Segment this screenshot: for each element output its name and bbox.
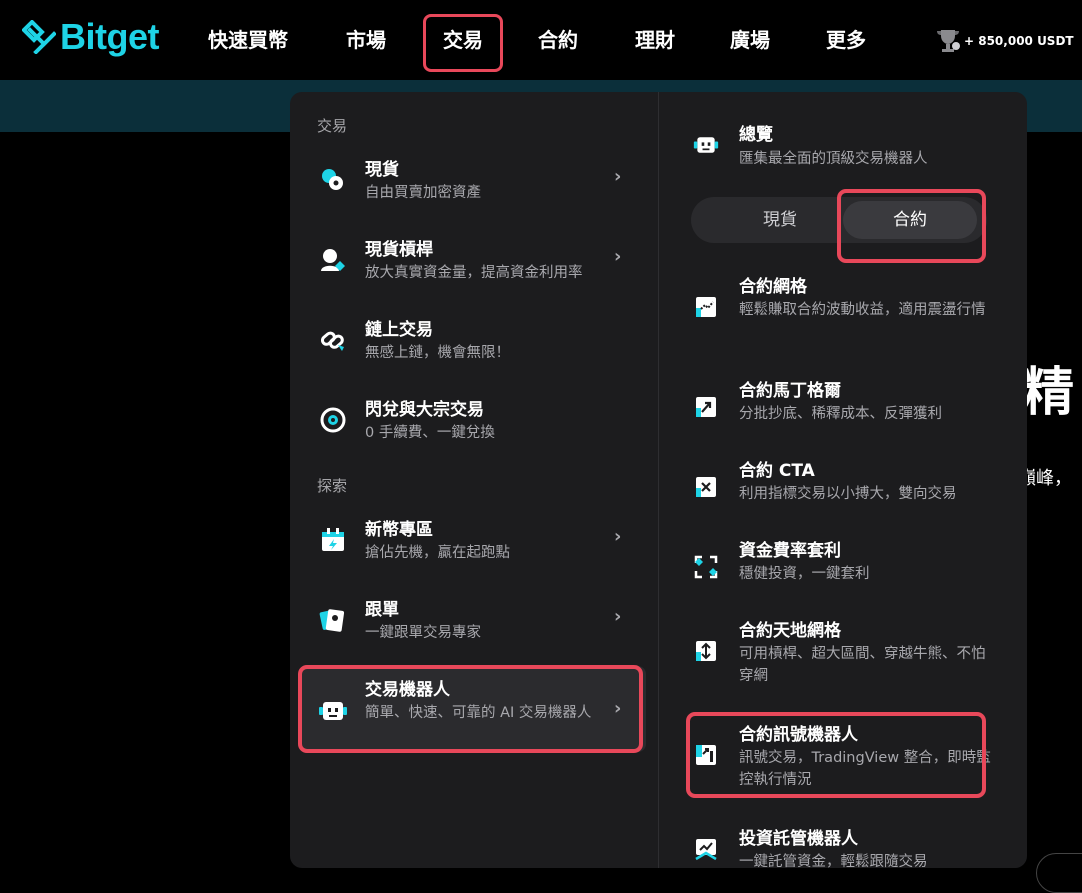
bot-desc: 一鍵託管資金，輕鬆跟隨交易	[739, 854, 928, 868]
calendar-icon	[322, 528, 344, 551]
bot-title: 合約網格	[739, 277, 807, 297]
menu-item-title: 跟單	[365, 600, 399, 620]
dropdown-left-column: 交易 現貨 自由買賣加密資產 › 現貨槓桿 放大真實資金量，提高資金利用率 ›	[290, 92, 658, 868]
menu-item-onchain[interactable]: 鏈上交易 無感上鏈，機會無限！	[300, 308, 646, 372]
infinity-grid-icon	[696, 641, 716, 661]
menu-item-title: 鏈上交易	[365, 320, 433, 340]
bot-title: 投資託管機器人	[739, 829, 858, 849]
nav-square[interactable]: 廣場	[730, 24, 770, 53]
menu-item-new-listings[interactable]: 新幣專區 搶佔先機，贏在起跑點 ›	[300, 508, 646, 572]
menu-item-title: 現貨槓桿	[365, 240, 433, 260]
background-headline: 精	[1022, 363, 1075, 423]
section-label-explore: 探索	[317, 477, 348, 495]
bot-futures-martingale[interactable]: 合約馬丁格爾 分批抄底、稀釋成本、反彈獲利	[659, 374, 1027, 434]
menu-item-desc: 搶佔先機，贏在起跑點	[365, 545, 510, 561]
menu-item-desc: 自由買賣加密資產	[365, 185, 481, 201]
dropdown-right-column: 總覽 匯集最全面的頂級交易機器人 現貨 合約 合約網格 輕鬆賺取合約波動收益，適…	[659, 92, 1027, 868]
bot-title: 總覽	[739, 125, 773, 145]
funding-arbitrage-icon	[694, 555, 718, 579]
bot-infinity-grid[interactable]: 合約天地網格 可用槓桿、超大區間、穿越牛熊、不怕穿網	[659, 614, 1027, 694]
top-navbar: Bitget 快速買幣 市場 交易 合約 理財 廣場 更多 + 850,000 …	[0, 0, 1082, 80]
nav-more[interactable]: 更多	[826, 24, 866, 53]
brand-name: Bitget	[60, 16, 160, 57]
copy-trade-icon	[319, 609, 345, 632]
signal-bot-highlight	[686, 712, 986, 798]
nav-buy-crypto[interactable]: 快速買幣	[208, 24, 288, 53]
bot-overview[interactable]: 總覽 匯集最全面的頂級交易機器人	[659, 118, 1027, 178]
bot-desc: 利用指標交易以小搏大，雙向交易	[739, 486, 957, 502]
menu-item-title: 現貨	[365, 160, 399, 180]
cta-icon	[696, 477, 716, 497]
chevron-right-icon: ›	[614, 606, 622, 627]
menu-item-convert[interactable]: 閃兌與大宗交易 0 手續費、一鍵兌換	[300, 388, 646, 452]
margin-icon	[321, 249, 345, 271]
chevron-right-icon: ›	[614, 526, 622, 547]
nav-trade-highlight	[423, 14, 503, 72]
nav-earn[interactable]: 理財	[635, 24, 675, 53]
background-button[interactable]	[1036, 853, 1082, 893]
menu-item-title: 新幣專區	[365, 520, 433, 540]
prize-badge[interactable]: + 850,000 USDT	[934, 28, 1074, 54]
managed-bot-icon	[695, 839, 717, 861]
link-chain-icon	[320, 331, 344, 351]
prize-text: + 850,000 USDT	[964, 34, 1074, 48]
menu-item-desc: 一鍵跟單交易專家	[365, 625, 481, 641]
bitget-logo[interactable]: Bitget	[22, 16, 160, 58]
menu-item-copy-trading[interactable]: 跟單 一鍵跟單交易專家 ›	[300, 588, 646, 652]
bitget-logo-icon	[22, 20, 56, 54]
menu-item-margin[interactable]: 現貨槓桿 放大真實資金量，提高資金利用率 ›	[300, 228, 646, 292]
bot-desc: 匯集最全面的頂級交易機器人	[739, 151, 928, 167]
bot-desc: 可用槓桿、超大區間、穿越牛熊、不怕穿網	[739, 646, 986, 684]
bot-desc: 分批抄底、稀釋成本、反彈獲利	[739, 406, 942, 422]
bot-title: 資金費率套利	[739, 541, 841, 561]
bot-title: 合約 CTA	[739, 461, 815, 481]
bot-futures-cta[interactable]: 合約 CTA 利用指標交易以小搏大，雙向交易	[659, 454, 1027, 514]
menu-item-desc: 0 手續費、一鍵兌換	[365, 425, 495, 441]
futures-grid-icon	[696, 297, 716, 317]
bot-managed[interactable]: 投資託管機器人 一鍵託管資金，輕鬆跟隨交易	[659, 822, 1027, 868]
menu-item-desc: 無感上鏈，機會無限！	[365, 345, 510, 361]
futures-segment-highlight	[837, 189, 986, 263]
trade-dropdown-menu: 交易 現貨 自由買賣加密資產 › 現貨槓桿 放大真實資金量，提高資金利用率 ›	[290, 92, 1027, 868]
bot-desc: 穩健投資，一鍵套利	[739, 566, 870, 582]
chevron-right-icon: ›	[614, 246, 622, 267]
bot-title: 合約天地網格	[739, 621, 841, 641]
nav-futures[interactable]: 合約	[538, 24, 578, 53]
bot-funding-arbitrage[interactable]: 資金費率套利 穩健投資，一鍵套利	[659, 534, 1027, 594]
nav-markets[interactable]: 市場	[346, 24, 386, 53]
robot-icon	[693, 137, 719, 153]
martingale-icon	[696, 397, 716, 417]
spot-coin-icon	[322, 169, 343, 190]
trophy-icon	[937, 30, 960, 52]
bot-desc: 輕鬆賺取合約波動收益，適用震盪行情	[739, 302, 986, 318]
section-label-trade: 交易	[317, 117, 348, 135]
bot-title: 合約馬丁格爾	[739, 381, 841, 401]
chevron-right-icon: ›	[614, 166, 622, 187]
menu-item-spot[interactable]: 現貨 自由買賣加密資產 ›	[300, 148, 646, 212]
swap-icon	[320, 407, 346, 433]
menu-item-desc: 放大真實資金量，提高資金利用率	[365, 265, 583, 281]
segment-spot[interactable]: 現貨	[725, 201, 835, 239]
menu-item-title: 閃兌與大宗交易	[365, 400, 484, 420]
bot-futures-grid[interactable]: 合約網格 輕鬆賺取合約波動收益，適用震盪行情	[659, 270, 1027, 350]
trading-bots-highlight	[298, 665, 643, 753]
